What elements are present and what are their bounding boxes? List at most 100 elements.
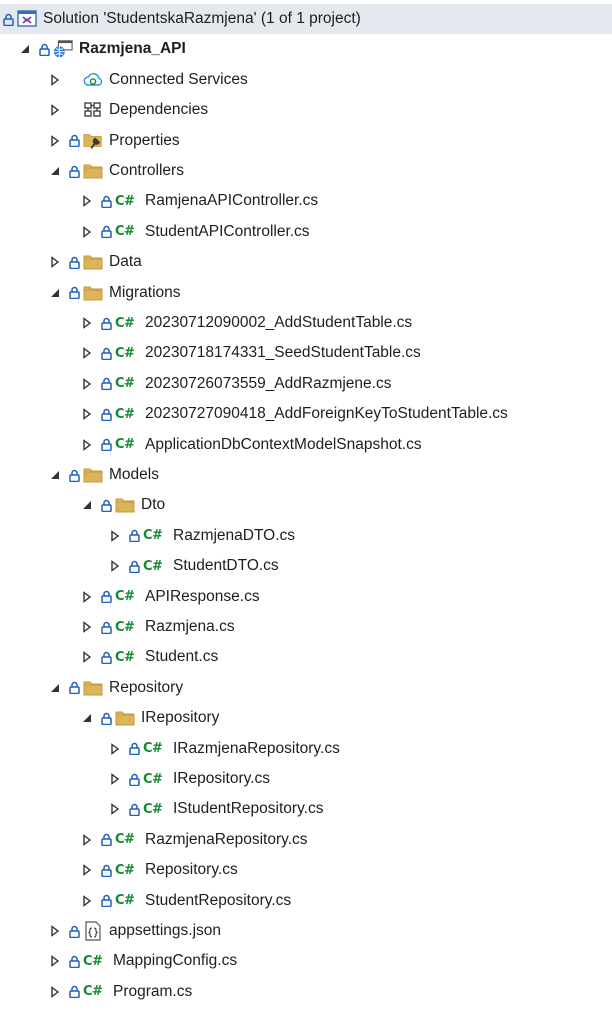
tree-item-label: RazmjenaDTO.cs [173, 526, 296, 544]
tree-item-data[interactable]: Data [0, 247, 612, 277]
folder-icon [83, 678, 103, 698]
collapsed-arrow-icon[interactable] [48, 954, 62, 968]
csharp-icon: C# [115, 832, 135, 848]
lock-icon [100, 894, 112, 908]
collapsed-arrow-icon[interactable] [108, 772, 122, 786]
collapsed-arrow-icon[interactable] [80, 590, 94, 604]
tree-item-20230712090002-addstudenttable-cs[interactable]: C# 20230712090002_AddStudentTable.cs [0, 308, 612, 338]
lock-icon [38, 42, 50, 56]
tree-item-studentrepository-cs[interactable]: C# StudentRepository.cs [0, 886, 612, 916]
collapsed-arrow-icon[interactable] [80, 894, 94, 908]
expanded-arrow-icon[interactable] [80, 498, 94, 512]
lock-icon [128, 802, 140, 816]
collapsed-arrow-icon[interactable] [108, 559, 122, 573]
tree-item-studentdto-cs[interactable]: C# StudentDTO.cs [0, 551, 612, 581]
tree-item-label: Controllers [109, 162, 184, 179]
collapsed-arrow-icon[interactable] [80, 225, 94, 239]
tree-item-razmjenarepository-cs[interactable]: C# RazmjenaRepository.cs [0, 825, 612, 855]
tree-item-20230718174331-seedstudenttable-cs[interactable]: C# 20230718174331_SeedStudentTable.cs [0, 338, 612, 368]
tree-item-label: Connected Services [109, 70, 248, 88]
tree-item-label: Razmjena_API [79, 40, 186, 58]
tree-item-dto[interactable]: Dto [0, 490, 612, 520]
tree-item-label: ApplicationDbContextModelSnapshot.cs [145, 435, 422, 453]
tree-item-controllers[interactable]: Controllers [0, 156, 612, 186]
collapsed-arrow-icon[interactable] [80, 863, 94, 877]
collapsed-arrow-icon[interactable] [80, 438, 94, 452]
tree-item-applicationdbcontextmodelsnapshot-cs[interactable]: C# ApplicationDbContextModelSnapshot.cs [0, 430, 612, 460]
lock-spacer [68, 103, 80, 117]
tree-item-label: APIResponse.cs [145, 587, 260, 605]
folder-icon [83, 252, 103, 272]
collapsed-arrow-icon[interactable] [80, 316, 94, 330]
collapsed-arrow-icon[interactable] [80, 833, 94, 847]
tree-item-appsettings-json[interactable]: appsettings.json [0, 916, 612, 946]
tree-item-repository[interactable]: Repository [0, 673, 612, 703]
tree-item-razmjena-cs[interactable]: C# Razmjena.cs [0, 612, 612, 642]
tree-item-label: Razmjena.cs [145, 618, 235, 635]
tree-item-razmjena-api[interactable]: Razmjena_API [0, 34, 612, 64]
tree-item-istudentrepository-cs[interactable]: C# IStudentRepository.cs [0, 794, 612, 824]
tree-item-mappingconfig-cs[interactable]: C# MappingConfig.cs [0, 946, 612, 976]
csharp-icon: C# [115, 437, 135, 453]
collapsed-arrow-icon[interactable] [108, 802, 122, 816]
collapsed-arrow-icon[interactable] [48, 103, 62, 117]
tree-item-ramjenaapicontroller-cs[interactable]: C# RamjenaAPIController.cs [0, 186, 612, 216]
tree-item-label: RamjenaAPIController.cs [145, 192, 319, 210]
tree-item-properties[interactable]: Properties [0, 126, 612, 156]
collapsed-arrow-icon[interactable] [80, 377, 94, 391]
tree-item-label: 20230726073559_AddRazmjene.cs [145, 374, 392, 392]
collapsed-arrow-icon[interactable] [80, 407, 94, 421]
tree-item-connected-services[interactable]: Connected Services [0, 65, 612, 95]
tree-item-repository-cs[interactable]: C# Repository.cs [0, 855, 612, 885]
folder-icon [115, 708, 135, 728]
tree-item-label: appsettings.json [109, 922, 222, 939]
expanded-arrow-icon[interactable] [48, 286, 62, 300]
collapsed-arrow-icon[interactable] [48, 134, 62, 148]
tree-item-migrations[interactable]: Migrations [0, 278, 612, 308]
expanded-arrow-icon[interactable] [18, 42, 32, 56]
expanded-arrow-icon[interactable] [48, 164, 62, 178]
lock-icon [68, 134, 80, 148]
lock-icon [68, 286, 80, 300]
tree-item-label: Program.cs [113, 982, 193, 1000]
tree-item-models[interactable]: Models [0, 460, 612, 490]
lock-icon [128, 529, 140, 543]
tree-item-irazmjenarepository-cs[interactable]: C# IRazmjenaRepository.cs [0, 734, 612, 764]
tree-item-label: Dependencies [109, 101, 209, 119]
lock-icon [68, 164, 80, 178]
collapsed-arrow-icon[interactable] [80, 650, 94, 664]
collapsed-arrow-icon[interactable] [48, 255, 62, 269]
csharp-icon: C# [115, 406, 135, 422]
expanded-arrow-icon[interactable] [80, 711, 94, 725]
tree-item-studentapicontroller-cs[interactable]: C# StudentAPIController.cs [0, 217, 612, 247]
tree-item-label: MappingConfig.cs [113, 952, 238, 970]
lock-icon [68, 681, 80, 695]
tree-item-irepository-cs[interactable]: C# IRepository.cs [0, 764, 612, 794]
tree-item-irepository[interactable]: IRepository [0, 703, 612, 733]
collapsed-arrow-icon[interactable] [80, 346, 94, 360]
collapsed-arrow-icon[interactable] [48, 73, 62, 87]
tree-item-label: Data [109, 253, 142, 271]
collapsed-arrow-icon[interactable] [80, 620, 94, 634]
csharp-icon: C# [115, 619, 135, 635]
expanded-arrow-icon[interactable] [48, 681, 62, 695]
tree-item-20230727090418-addforeignkeytostudenttable-cs[interactable]: C# 20230727090418_AddForeignKeyToStudentT… [0, 399, 612, 429]
csharp-icon: C# [115, 649, 135, 665]
tree-item-apiresponse-cs[interactable]: C# APIResponse.cs [0, 582, 612, 612]
tree-item-label: Solution 'StudentskaRazmjena' (1 of 1 pr… [43, 10, 361, 27]
tree-item-dependencies[interactable]: Dependencies [0, 95, 612, 125]
lock-icon [100, 590, 112, 604]
collapsed-arrow-icon[interactable] [48, 924, 62, 938]
collapsed-arrow-icon[interactable] [80, 194, 94, 208]
tree-item-razmjenadto-cs[interactable]: C# RazmjenaDTO.cs [0, 521, 612, 551]
tree-item-solution-studentskarazmjena-1-of-1-project[interactable]: Solution 'StudentskaRazmjena' (1 of 1 pr… [0, 4, 612, 34]
expanded-arrow-icon[interactable] [48, 468, 62, 482]
lock-icon [100, 407, 112, 421]
tree-item-20230726073559-addrazmjene-cs[interactable]: C# 20230726073559_AddRazmjene.cs [0, 369, 612, 399]
tree-item-student-cs[interactable]: C# Student.cs [0, 642, 612, 672]
collapsed-arrow-icon[interactable] [108, 742, 122, 756]
collapsed-arrow-icon[interactable] [108, 529, 122, 543]
collapsed-arrow-icon[interactable] [48, 985, 62, 999]
tree-item-program-cs[interactable]: C# Program.cs [0, 977, 612, 1007]
tree-item-label: 20230718174331_SeedStudentTable.cs [145, 344, 421, 362]
